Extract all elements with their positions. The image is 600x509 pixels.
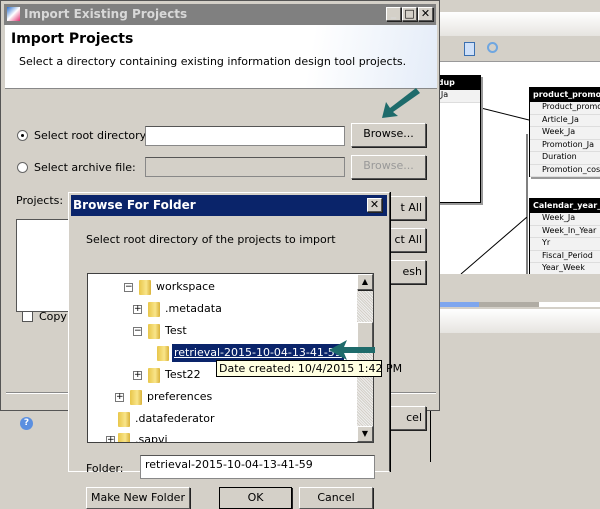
scroll-up-button[interactable]: ▲ bbox=[357, 274, 373, 290]
browse-button[interactable]: Browse... bbox=[351, 123, 426, 147]
folder-icon bbox=[130, 390, 142, 405]
root-dir-label: Select root directory: bbox=[34, 129, 150, 142]
pointer-arrow-folder bbox=[329, 340, 375, 360]
toolbar bbox=[431, 37, 600, 62]
browse-cancel-button[interactable]: Cancel bbox=[299, 487, 373, 509]
folder-label: Folder: bbox=[86, 462, 124, 475]
expand-icon[interactable]: + bbox=[106, 436, 115, 442]
folder-icon bbox=[148, 368, 160, 383]
preview-icon[interactable] bbox=[464, 42, 475, 56]
splitter[interactable] bbox=[431, 302, 600, 307]
browse-folder-dialog: Browse For Folder ✕ Select root director… bbox=[68, 192, 390, 479]
archive-label: Select archive file: bbox=[34, 161, 136, 174]
projects-label: Projects: bbox=[16, 194, 64, 207]
close-button[interactable]: ✕ bbox=[418, 7, 433, 21]
dialog-title: Import Existing Projects bbox=[24, 7, 188, 21]
expand-icon[interactable]: + bbox=[133, 305, 142, 314]
browse-instruction: Select root directory of the projects to… bbox=[86, 233, 336, 246]
folder-icon bbox=[139, 280, 151, 295]
browse-title: Browse For Folder bbox=[73, 198, 196, 212]
collapse-icon[interactable]: − bbox=[124, 283, 133, 292]
scroll-down-button[interactable]: ▼ bbox=[357, 426, 373, 442]
folder-icon bbox=[118, 412, 130, 427]
search-icon[interactable] bbox=[487, 42, 498, 53]
root-dir-input[interactable] bbox=[145, 126, 345, 146]
tooltip: Date created: 10/4/2015 1:42 PM bbox=[216, 360, 402, 377]
background-app: cdup o_Ja product_promo Product_promotio… bbox=[430, 0, 600, 462]
copy-label: Copy bbox=[39, 310, 67, 323]
browse-archive-button: Browse... bbox=[351, 155, 426, 179]
radio-archive-file[interactable] bbox=[17, 162, 28, 173]
title-bar[interactable]: Import Existing Projects _ □ ✕ bbox=[4, 4, 436, 25]
app-logo-icon bbox=[7, 7, 20, 21]
browse-close-button[interactable]: ✕ bbox=[367, 198, 382, 212]
folder-icon bbox=[148, 324, 160, 339]
folder-icon bbox=[148, 302, 160, 317]
collapse-icon[interactable]: − bbox=[133, 327, 142, 336]
radio-root-directory[interactable] bbox=[17, 130, 28, 141]
projects-list[interactable] bbox=[16, 219, 76, 312]
folder-input[interactable]: retrieval-2015-10-04-13-41-59 bbox=[140, 455, 375, 479]
diagram-canvas: cdup o_Ja product_promo Product_promotio… bbox=[431, 62, 600, 274]
entity-product-promo[interactable]: product_promo Product_promotion Article_… bbox=[529, 87, 600, 177]
ok-button[interactable]: OK bbox=[219, 487, 292, 509]
expand-icon[interactable]: + bbox=[115, 393, 124, 402]
folder-icon bbox=[118, 433, 130, 442]
folder-icon bbox=[157, 346, 169, 361]
copy-checkbox[interactable] bbox=[22, 311, 33, 322]
make-new-folder-button[interactable]: Make New Folder bbox=[86, 487, 190, 509]
maximize-button[interactable]: □ bbox=[402, 7, 417, 21]
minimize-button[interactable]: _ bbox=[386, 7, 401, 21]
help-icon[interactable]: ? bbox=[20, 417, 33, 430]
header-banner: Import Projects Select a directory conta… bbox=[5, 25, 437, 89]
archive-input bbox=[145, 157, 345, 177]
header-subtitle: Select a directory containing existing i… bbox=[19, 55, 407, 68]
header-title: Import Projects bbox=[11, 31, 134, 47]
entity-calendar-year[interactable]: Calendar_year_ Week_Ja Week_In_Year Yr F… bbox=[529, 198, 600, 274]
browse-title-bar[interactable]: Browse For Folder ✕ bbox=[71, 195, 387, 216]
pointer-arrow-browse bbox=[382, 88, 420, 118]
expand-icon[interactable]: + bbox=[133, 371, 142, 380]
